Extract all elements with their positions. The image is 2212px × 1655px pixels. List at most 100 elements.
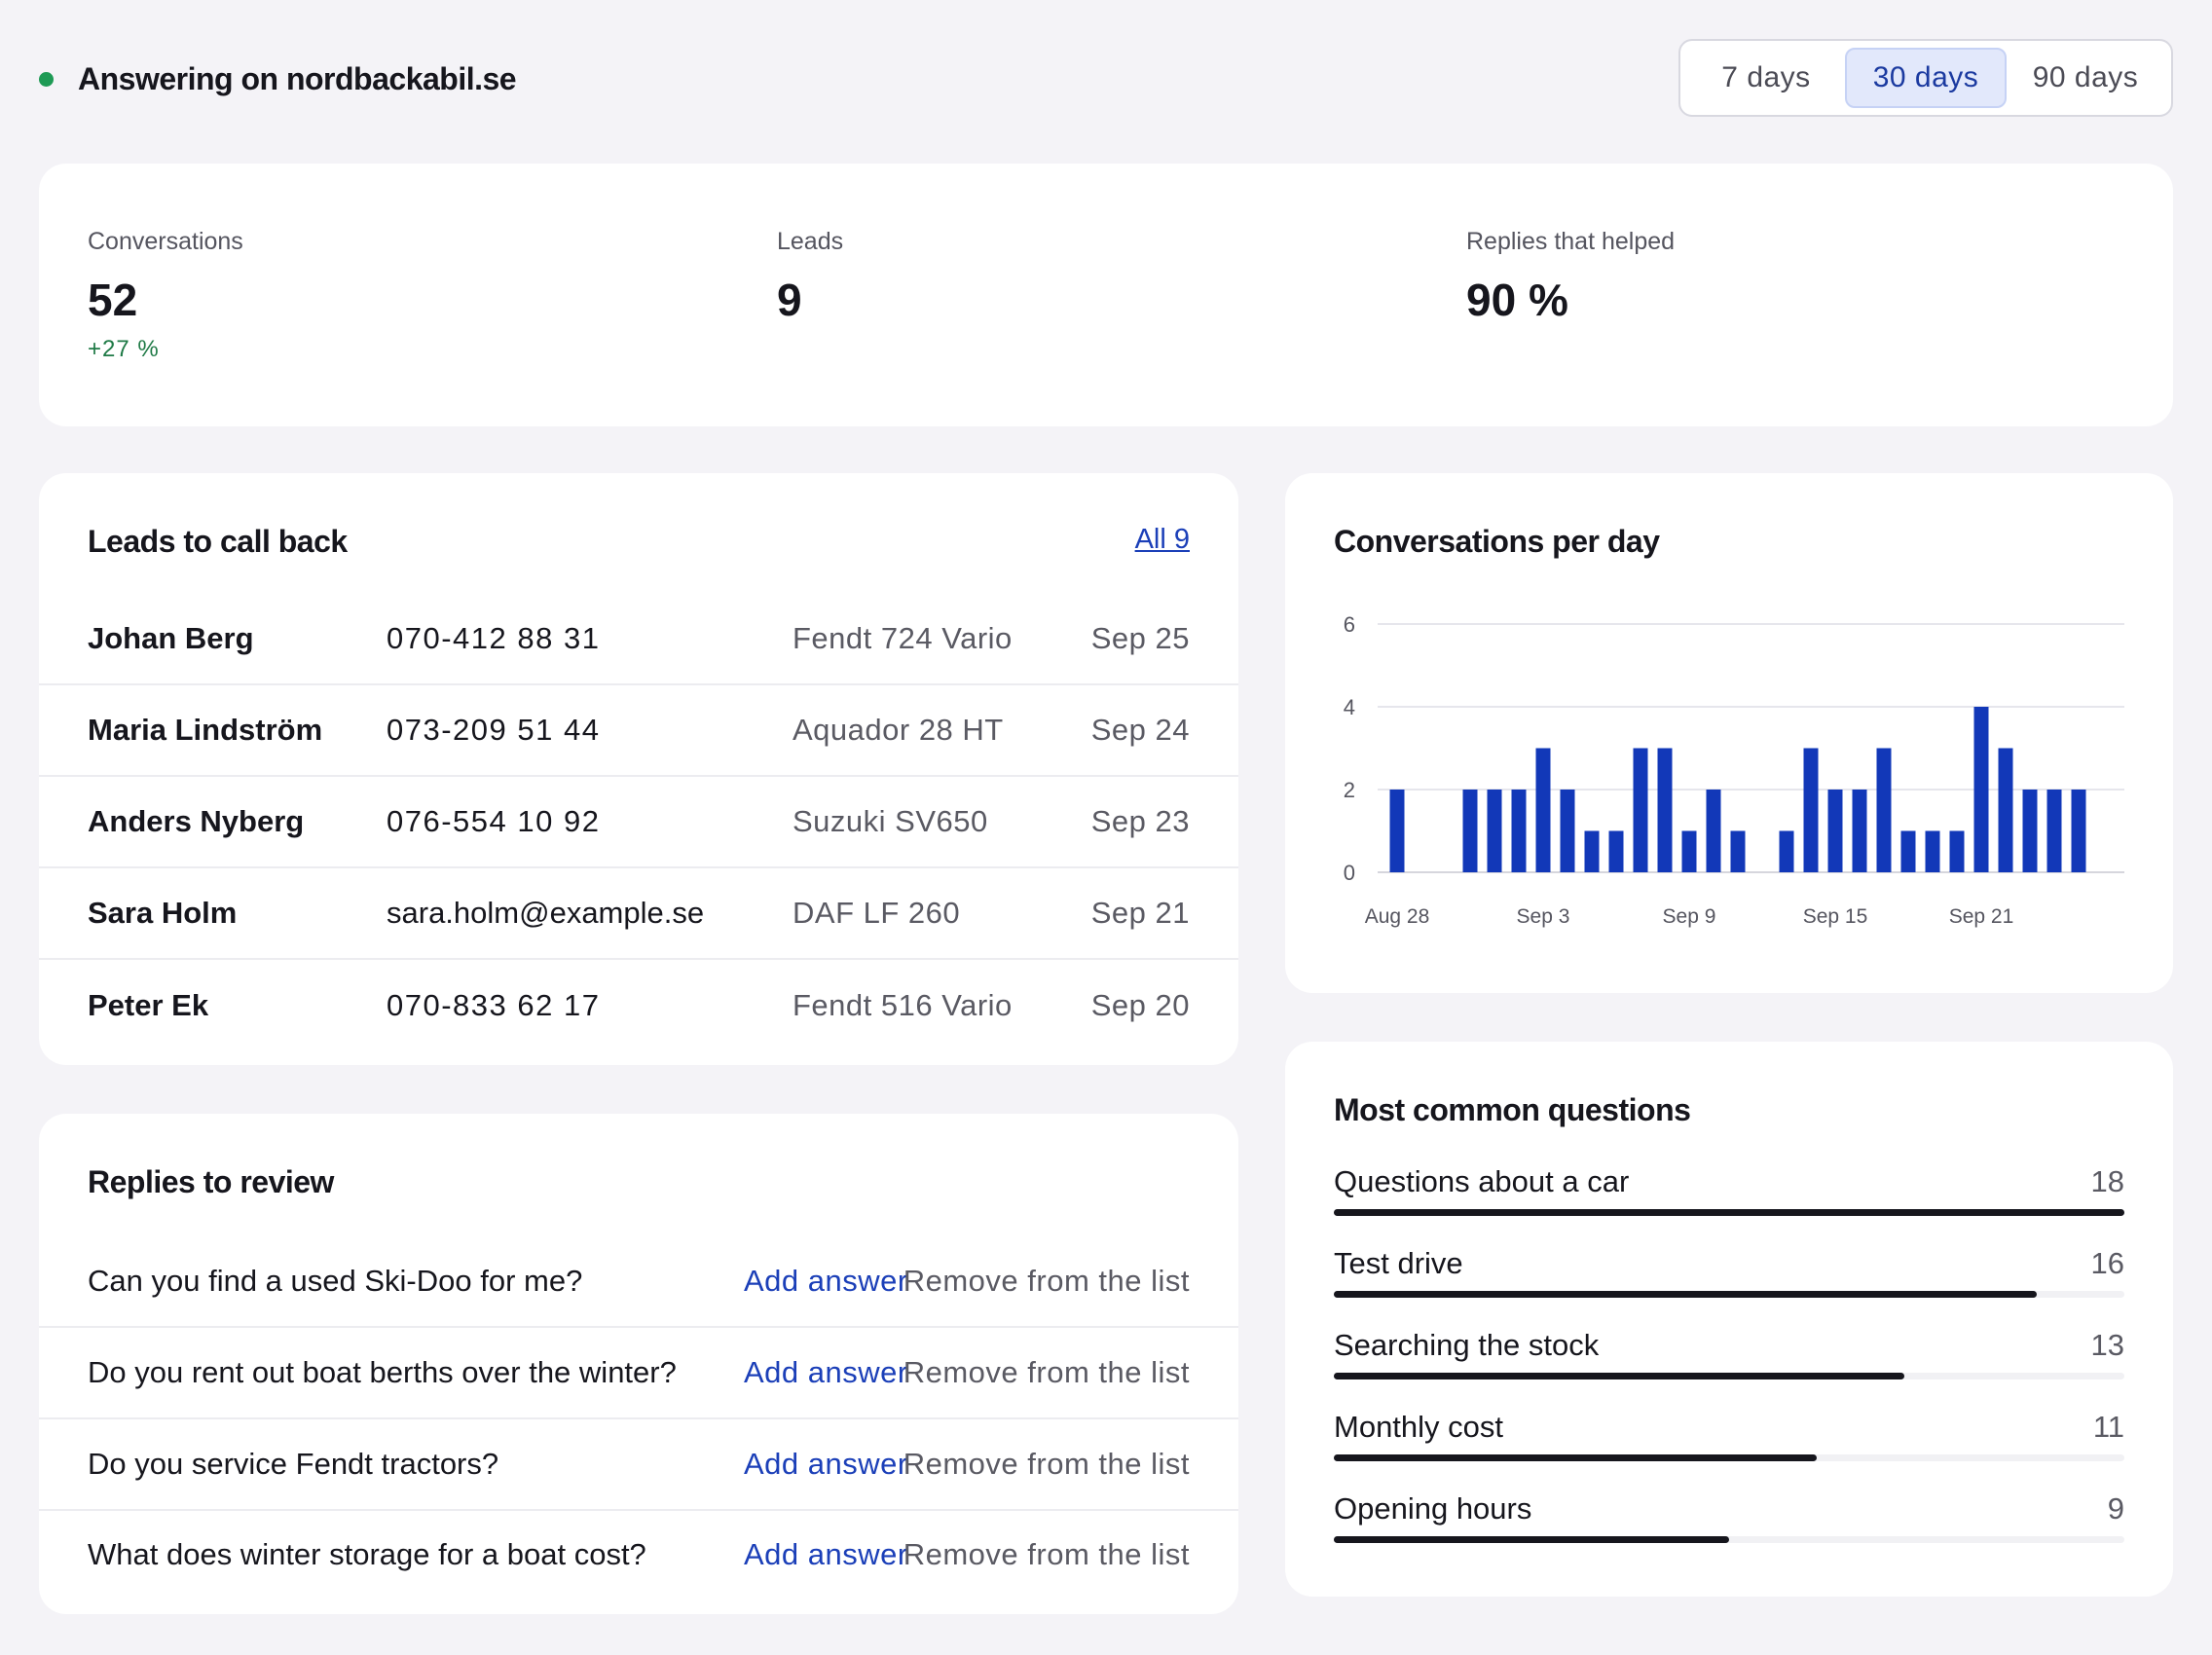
question-label: Searching the stock [1334, 1328, 1600, 1362]
stat-value: 52 [88, 275, 138, 325]
lead-item: Aquador 28 HT [793, 713, 1004, 747]
common-questions-card: Most common questions Questions about a … [1285, 1042, 2173, 1597]
question-label: Questions about a car [1334, 1164, 1630, 1198]
stat-label: Leads [777, 228, 844, 255]
bar[interactable] [2046, 790, 2062, 872]
bar[interactable] [1852, 790, 1867, 872]
question-row[interactable]: Searching the stock 13 [1334, 1328, 2124, 1410]
question-count: 13 [2090, 1328, 2124, 1362]
remove-from-list-button[interactable]: Remove from the list [903, 1447, 1190, 1482]
question-row[interactable]: Opening hours 9 [1334, 1491, 2124, 1573]
date-range-toggle: 7 days 30 days 90 days [1678, 39, 2173, 117]
conversations-chart-card: Conversations per day 0 2 4 6 Aug 28 Sep 3 Sep… [1285, 473, 2173, 993]
stat-value: 90 % [1466, 275, 1568, 325]
bar[interactable] [1973, 707, 1989, 872]
x-tick-label: Sep 21 [1949, 905, 2014, 928]
bar[interactable] [1779, 830, 1794, 873]
bar[interactable] [2022, 790, 2038, 872]
bar[interactable] [1584, 830, 1600, 873]
question-bar-fill [1334, 1291, 2037, 1298]
leads-title: Leads to call back [88, 524, 348, 559]
question-bar-fill [1334, 1536, 1729, 1543]
review-question: What does winter storage for a boat cost… [88, 1537, 646, 1571]
bar[interactable] [1462, 790, 1478, 872]
lead-phone: 076-554 10 92 [387, 804, 601, 838]
range-90-days-button[interactable]: 90 days [2007, 48, 2164, 108]
x-tick-label: Aug 28 [1365, 905, 1430, 928]
lead-name: Anders Nyberg [88, 804, 305, 838]
review-question: Can you find a used Ski-Doo for me? [88, 1264, 583, 1298]
bar[interactable] [1487, 790, 1502, 872]
question-label: Test drive [1334, 1246, 1463, 1280]
question-label: Opening hours [1334, 1491, 1532, 1526]
bar[interactable] [1803, 748, 1819, 873]
question-label: Monthly cost [1334, 1410, 1504, 1444]
remove-from-list-button[interactable]: Remove from the list [903, 1264, 1190, 1299]
bar[interactable] [1511, 790, 1527, 872]
question-bar-track [1334, 1291, 2124, 1298]
stat-value: 9 [777, 275, 802, 325]
add-answer-button[interactable]: Add answer [744, 1355, 908, 1390]
bar[interactable] [1706, 790, 1721, 872]
lead-name: Peter Ek [88, 988, 209, 1022]
review-title: Replies to review [88, 1164, 334, 1199]
add-answer-button[interactable]: Add answer [744, 1447, 908, 1482]
bar[interactable] [1389, 790, 1405, 872]
bar[interactable] [2071, 790, 2086, 872]
bar[interactable] [1560, 790, 1575, 872]
lead-date: Sep 21 [1090, 896, 1190, 930]
question-row[interactable]: Monthly cost 11 [1334, 1410, 2124, 1491]
bar[interactable] [1949, 830, 1965, 873]
stat-label: Conversations [88, 228, 243, 255]
lead-name: Maria Lindström [88, 713, 323, 747]
x-tick-label: Sep 3 [1517, 905, 1570, 928]
range-30-days-button[interactable]: 30 days [1845, 48, 2007, 108]
bar[interactable] [1608, 830, 1624, 873]
question-count: 11 [2092, 1410, 2124, 1444]
lead-item: Suzuki SV650 [793, 804, 988, 838]
replies-review-card: Replies to review Can you find a used Sk… [39, 1114, 1238, 1614]
all-leads-link[interactable]: All 9 [1135, 524, 1190, 556]
status-text: Answering on nordbackabil.se [78, 60, 517, 96]
add-answer-button[interactable]: Add answer [744, 1537, 908, 1572]
bar[interactable] [1925, 830, 1940, 873]
lead-row[interactable]: Maria Lindström 073-209 51 44 Aquador 28… [39, 685, 1238, 777]
bar[interactable] [1657, 748, 1673, 873]
bar[interactable] [1876, 748, 1892, 873]
question-row[interactable]: Test drive 16 [1334, 1246, 2124, 1328]
add-answer-button[interactable]: Add answer [744, 1264, 908, 1299]
x-tick-label: Sep 15 [1803, 905, 1868, 928]
bar[interactable] [1827, 790, 1843, 872]
bar[interactable] [1681, 830, 1697, 873]
status-dot-icon [39, 71, 54, 87]
question-count: 18 [2090, 1164, 2124, 1198]
status: Answering on nordbackabil.se [39, 39, 517, 119]
bar[interactable] [1535, 748, 1551, 873]
y-tick-label: 2 [1344, 778, 1355, 802]
lead-phone: 073-209 51 44 [387, 713, 601, 747]
lead-item: DAF LF 260 [793, 896, 961, 930]
lead-row[interactable]: Johan Berg 070-412 88 31 Fendt 724 Vario… [39, 594, 1238, 685]
question-row[interactable]: Questions about a car 18 [1334, 1164, 2124, 1246]
bar[interactable] [1633, 748, 1648, 873]
lead-email: sara.holm@example.se [387, 896, 705, 930]
lead-row[interactable]: Anders Nyberg 076-554 10 92 Suzuki SV650… [39, 777, 1238, 868]
bar[interactable] [1730, 830, 1746, 873]
question-bar-track [1334, 1373, 2124, 1379]
review-row: Do you service Fendt tractors? Add answe… [39, 1419, 1238, 1511]
remove-from-list-button[interactable]: Remove from the list [903, 1537, 1190, 1572]
remove-from-list-button[interactable]: Remove from the list [903, 1355, 1190, 1390]
conversations-bar-chart: 0 2 4 6 Aug 28 Sep 3 Sep 9 Sep 15 Sep 21 [1344, 612, 2124, 928]
review-row: Can you find a used Ski-Doo for me? Add … [39, 1236, 1238, 1328]
range-7-days-button[interactable]: 7 days [1687, 48, 1845, 108]
stat-replies-helped: Replies that helped 90 % [1466, 228, 1675, 326]
lead-row[interactable]: Sara Holm sara.holm@example.se DAF LF 26… [39, 868, 1238, 960]
stat-leads: Leads 9 [777, 228, 843, 326]
review-row: What does winter storage for a boat cost… [39, 1509, 1238, 1600]
lead-row[interactable]: Peter Ek 070-833 62 17 Fendt 516 Vario S… [39, 960, 1238, 1051]
review-question: Do you rent out boat berths over the win… [88, 1355, 677, 1389]
bar[interactable] [1998, 748, 2013, 873]
lead-item: Fendt 724 Vario [793, 621, 1013, 655]
lead-name: Johan Berg [88, 621, 254, 655]
bar[interactable] [1900, 830, 1916, 873]
